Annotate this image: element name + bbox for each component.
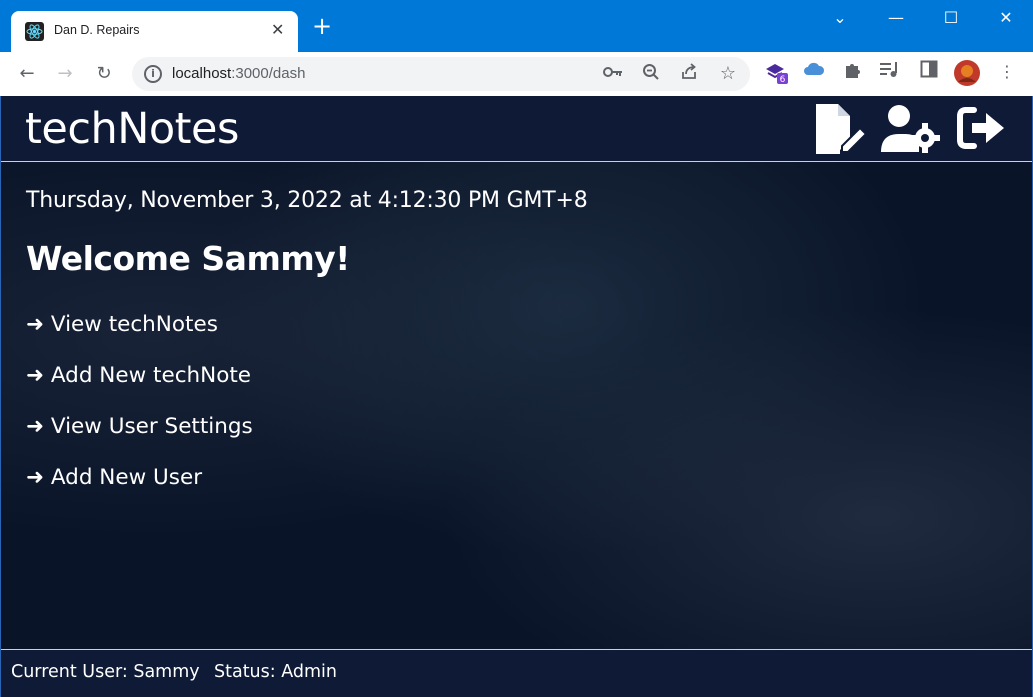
password-key-icon[interactable]: [602, 63, 624, 85]
extension-badge-count: 6: [780, 75, 786, 84]
new-note-icon[interactable]: [812, 102, 868, 156]
tab-search-chevron-icon[interactable]: ⌄: [828, 8, 852, 28]
zoom-icon[interactable]: [640, 63, 662, 85]
link-add-new-technote[interactable]: ➜ Add New techNote: [26, 363, 588, 388]
cloud-extension-icon[interactable]: [802, 60, 826, 84]
app-title[interactable]: techNotes: [25, 104, 239, 154]
react-favicon-icon: [25, 22, 44, 41]
user-settings-icon[interactable]: [879, 102, 943, 156]
minimize-icon[interactable]: —: [884, 8, 908, 28]
browser-titlebar: Dan D. Repairs ✕ + ⌄ — ☐ ✕: [0, 0, 1033, 52]
reload-icon[interactable]: ↻: [91, 61, 117, 87]
profile-avatar[interactable]: [954, 60, 980, 86]
site-info-icon[interactable]: i: [144, 65, 162, 83]
app-header: techNotes: [1, 96, 1032, 162]
link-view-technotes[interactable]: ➜ View techNotes: [26, 312, 588, 337]
url-host: localhost: [172, 65, 232, 82]
share-icon[interactable]: [678, 63, 700, 85]
close-window-icon[interactable]: ✕: [994, 8, 1018, 28]
footer-status: Status: Admin: [214, 662, 337, 682]
url-text: localhost:3000/dash: [172, 65, 305, 82]
tab-close-icon[interactable]: ✕: [271, 20, 284, 39]
media-queue-icon[interactable]: [878, 60, 902, 84]
bookmark-star-icon[interactable]: ☆: [717, 63, 739, 85]
browser-menu-icon[interactable]: ⋮: [995, 60, 1019, 84]
app-viewport: techNotes Thursday, November 3, 2022 at …: [0, 96, 1033, 697]
forward-icon[interactable]: →: [52, 61, 78, 87]
side-panel-icon[interactable]: [917, 60, 941, 84]
link-view-user-settings[interactable]: ➜ View User Settings: [26, 414, 588, 439]
welcome-heading: Welcome Sammy!: [26, 239, 350, 278]
dashboard-content: Thursday, November 3, 2022 at 4:12:30 PM…: [26, 188, 588, 490]
browser-tab[interactable]: Dan D. Repairs ✕: [11, 11, 298, 52]
extensions-puzzle-icon[interactable]: [841, 60, 865, 84]
address-bar[interactable]: i localhost:3000/dash ☆: [132, 57, 750, 91]
app-footer: Current User: Sammy Status: Admin: [1, 649, 1032, 697]
extension-stack-icon[interactable]: 6: [764, 60, 788, 85]
maximize-icon[interactable]: ☐: [939, 8, 963, 28]
url-path: :3000/dash: [231, 65, 306, 82]
tab-title: Dan D. Repairs: [54, 23, 140, 37]
new-tab-icon[interactable]: +: [312, 14, 332, 38]
link-add-new-user[interactable]: ➜ Add New User: [26, 465, 588, 490]
back-icon[interactable]: ←: [14, 61, 40, 87]
logout-icon[interactable]: [956, 102, 1012, 156]
footer-current-user: Current User: Sammy: [11, 662, 200, 682]
current-datetime: Thursday, November 3, 2022 at 4:12:30 PM…: [26, 188, 588, 213]
